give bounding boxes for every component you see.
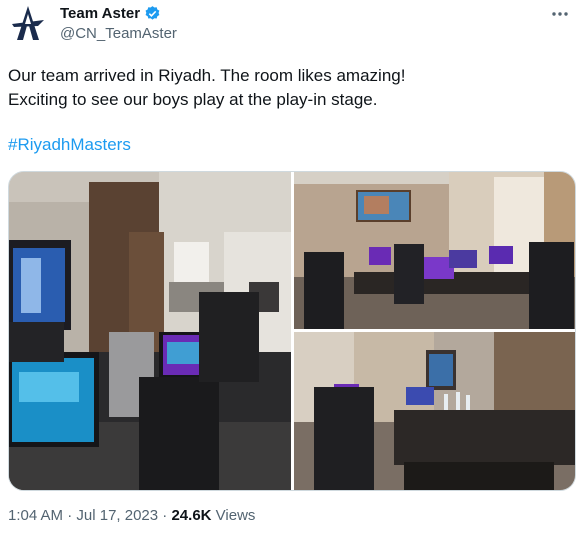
tweet-text-line-1: Our team arrived in Riyadh. The room lik…	[8, 66, 406, 85]
verified-badge-icon	[145, 6, 160, 20]
avatar[interactable]	[8, 4, 48, 44]
gaming-room-photo-bottom-right[interactable]	[294, 332, 575, 490]
tweet-header: Team Aster @CN_TeamAster	[0, 0, 586, 50]
tweet-meta: 1:04 AM · Jul 17, 2023 · 24.6K Views	[8, 507, 255, 524]
tweet-text: Our team arrived in Riyadh. The room lik…	[8, 64, 568, 112]
team-aster-logo-icon	[12, 6, 44, 40]
views-count[interactable]: 24.6K	[171, 507, 211, 524]
gaming-room-photo-left[interactable]	[9, 172, 291, 490]
meta-separator: ·	[162, 507, 168, 524]
tweet-text-line-2: Exciting to see our boys play at the pla…	[8, 90, 378, 109]
account-handle[interactable]: @CN_TeamAster	[60, 25, 177, 42]
gaming-room-image	[294, 172, 575, 329]
hashtag-link[interactable]: #RiyadhMasters	[8, 135, 131, 155]
tweet-date[interactable]: Jul 17, 2023	[76, 507, 158, 524]
more-options-icon[interactable]	[548, 4, 572, 24]
gaming-room-photo-top-right[interactable]	[294, 172, 575, 329]
media-grid	[8, 171, 576, 491]
meta-separator: ·	[67, 507, 73, 524]
name-row: Team Aster	[60, 5, 161, 22]
tweet-time[interactable]: 1:04 AM	[8, 507, 63, 524]
account-name[interactable]: Team Aster	[60, 5, 140, 22]
views-label[interactable]: Views	[216, 507, 256, 524]
gaming-room-image	[294, 332, 575, 490]
gaming-room-image	[9, 172, 291, 490]
